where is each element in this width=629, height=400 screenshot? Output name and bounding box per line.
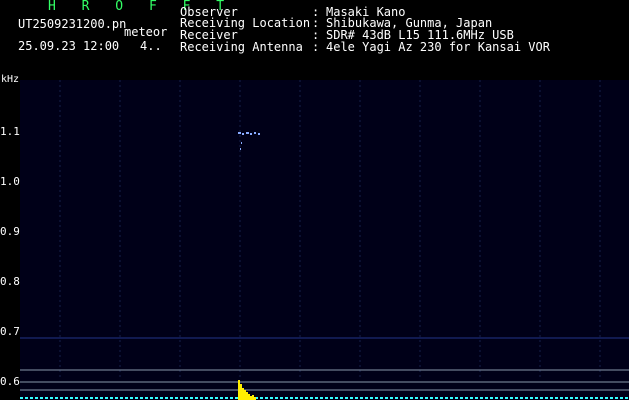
echo-pixel [250, 133, 252, 135]
echo-pixel [254, 132, 256, 134]
datetime-label: 25.09.23 12:00 [18, 39, 120, 53]
y-tick-label: 0.6 [0, 375, 20, 388]
y-tick-label: 1.0 [0, 175, 20, 188]
spectrum-peak [252, 395, 254, 400]
meteor-echo [238, 132, 260, 150]
echo-pixel [238, 132, 241, 134]
echo-pixel [246, 132, 249, 134]
spectrogram-canvas [20, 80, 629, 400]
spectrum-peak [238, 380, 240, 400]
count-label: 4.. [140, 39, 162, 53]
y-axis-unit: kHz [1, 74, 20, 85]
y-tick-label: 1.1 [0, 125, 20, 138]
echo-pixel [242, 133, 244, 135]
y-tick-label: 0.8 [0, 275, 20, 288]
spectrum-peak [242, 388, 244, 400]
spectrum-peak [244, 390, 246, 400]
echo-pixel [240, 148, 241, 150]
y-tick-label: 0.7 [0, 325, 20, 338]
spectrum-peak [246, 392, 248, 400]
mode-label: meteor [124, 25, 168, 39]
echo-pixel [258, 133, 260, 135]
antenna-label: Receiving Antenna [180, 40, 303, 54]
echo-pixel [241, 142, 242, 144]
antenna-separator: : [312, 40, 320, 54]
spectrum-peak [248, 394, 250, 400]
spectrogram-plot [20, 80, 629, 400]
image-filename: UT2509231200.pn [18, 17, 127, 31]
hroft-spectrogram-screen: H R O F F T UT2509231200.pn meteor 25.09… [0, 0, 629, 400]
y-tick-label: 0.9 [0, 225, 20, 238]
spectrum-peak [250, 396, 252, 400]
time-grid [59, 80, 601, 380]
spectrum-peak [240, 384, 242, 400]
antenna-value: 4ele Yagi Az 230 for Kansai VOR [326, 40, 550, 54]
